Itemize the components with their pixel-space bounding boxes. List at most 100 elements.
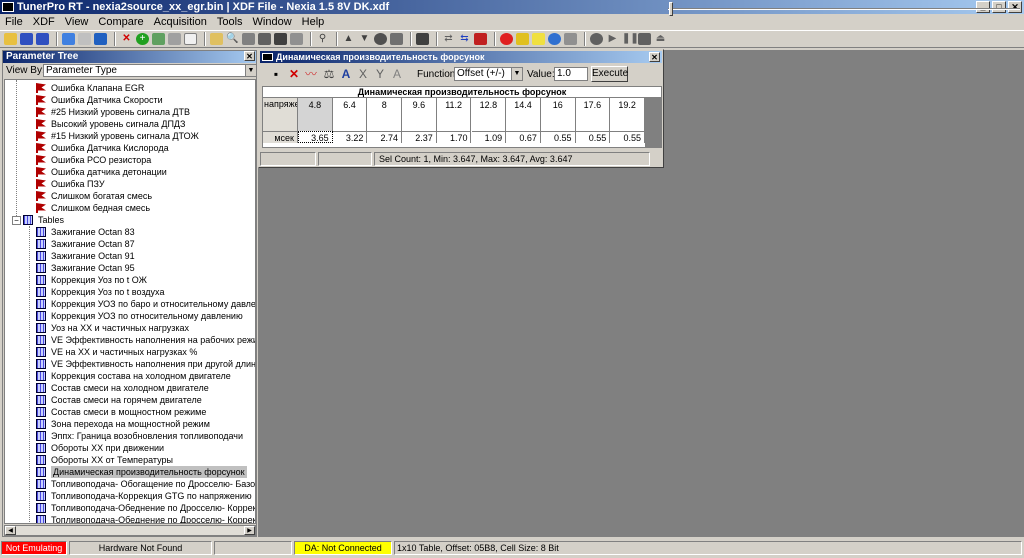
log-icon[interactable] bbox=[532, 33, 545, 45]
load-icon[interactable] bbox=[62, 33, 75, 45]
chevron-down-icon[interactable]: ▼ bbox=[245, 65, 256, 76]
row-header[interactable]: мсек bbox=[263, 131, 298, 143]
hex-icon[interactable] bbox=[416, 33, 429, 45]
disk-icon[interactable] bbox=[290, 33, 303, 45]
parameter-tree-close-button[interactable]: ✕ bbox=[244, 51, 255, 61]
tree-item-label: Коррекция Уоз по t ОЖ bbox=[51, 275, 147, 285]
menu-xdf[interactable]: XDF bbox=[28, 14, 60, 30]
flip-x-icon[interactable]: X bbox=[357, 68, 369, 80]
menu-window[interactable]: Window bbox=[248, 14, 297, 30]
menu-tools[interactable]: Tools bbox=[212, 14, 248, 30]
table-cell[interactable]: 0.55 bbox=[540, 131, 576, 143]
interpolate-icon[interactable]: A bbox=[340, 68, 352, 80]
minimize-button[interactable]: _ bbox=[976, 1, 990, 13]
stop-log-icon[interactable] bbox=[500, 33, 513, 45]
menu-compare[interactable]: Compare bbox=[93, 14, 148, 30]
scroll-right-icon[interactable]: ▶ bbox=[244, 526, 255, 535]
chevron-down-icon[interactable]: ▼ bbox=[511, 68, 522, 80]
column-header[interactable]: 8 bbox=[367, 98, 403, 131]
tool-icon[interactable]: ⚲ bbox=[316, 33, 329, 45]
column-header[interactable]: 17.6 bbox=[575, 98, 611, 131]
paste-icon[interactable] bbox=[152, 33, 165, 45]
parameter-tree[interactable]: Ошибка Клапана EGR Ошибка Датчика Скорост… bbox=[4, 79, 256, 524]
scale-icon[interactable] bbox=[242, 33, 255, 45]
table-cell[interactable]: 2.74 bbox=[367, 131, 403, 143]
record-dot-icon[interactable] bbox=[590, 33, 603, 45]
function-select[interactable]: Offset (+/-) ▼ bbox=[454, 67, 523, 81]
maximize-button[interactable]: □ bbox=[992, 1, 1006, 13]
up-arrow-icon[interactable]: ▲ bbox=[342, 33, 355, 45]
delete-icon[interactable]: ✕ bbox=[120, 33, 133, 45]
pause-icon[interactable]: ❚❚ bbox=[622, 33, 639, 45]
tree-item-label: Зажигание Octan 95 bbox=[51, 263, 135, 273]
table-editor-close-button[interactable]: ✕ bbox=[649, 52, 660, 62]
xdf-icon[interactable] bbox=[94, 33, 107, 45]
toolbar-separator bbox=[310, 32, 312, 46]
transfer-icon[interactable]: ⇆ bbox=[458, 33, 471, 45]
column-header[interactable]: 14.4 bbox=[506, 98, 541, 131]
graph-icon[interactable]: 〰 bbox=[305, 68, 317, 80]
close-button[interactable]: ✕ bbox=[1008, 1, 1022, 13]
table-cell[interactable]: 0.67 bbox=[506, 131, 541, 143]
grid-icon[interactable] bbox=[258, 33, 271, 45]
flip-y-icon[interactable]: Y bbox=[374, 68, 386, 80]
chip-icon[interactable] bbox=[274, 33, 287, 45]
menu-acquisition[interactable]: Acquisition bbox=[149, 14, 212, 30]
find-icon[interactable]: 🔍 bbox=[226, 33, 239, 45]
save-icon[interactable]: ▪ bbox=[270, 68, 282, 80]
emulate-icon[interactable] bbox=[474, 33, 487, 45]
globe-icon[interactable] bbox=[548, 33, 561, 45]
table-cell[interactable]: 2.37 bbox=[402, 131, 437, 143]
table-cell[interactable]: 3.65 bbox=[298, 131, 333, 143]
table-cell[interactable]: 0.55 bbox=[610, 131, 645, 143]
play-icon[interactable]: ▶ bbox=[606, 33, 619, 45]
scroll-left-icon[interactable]: ◀ bbox=[5, 526, 16, 535]
table-icon bbox=[36, 275, 46, 285]
down-arrow-icon[interactable]: ▼ bbox=[358, 33, 371, 45]
table-group-icon bbox=[23, 215, 33, 225]
table-icon bbox=[36, 455, 46, 465]
menu-view[interactable]: View bbox=[60, 14, 94, 30]
add-icon[interactable]: + bbox=[136, 33, 149, 45]
compare-icon[interactable] bbox=[210, 33, 223, 45]
new-icon[interactable] bbox=[184, 33, 197, 45]
column-header[interactable]: 4.8 bbox=[298, 98, 333, 131]
scale-icon[interactable]: ⚖ bbox=[323, 68, 335, 80]
camera-icon[interactable] bbox=[564, 33, 577, 45]
record-icon[interactable] bbox=[374, 33, 387, 45]
link-icon[interactable] bbox=[168, 33, 181, 45]
column-header[interactable]: 12.8 bbox=[471, 98, 507, 131]
execute-button[interactable]: Execute bbox=[591, 66, 628, 82]
monitor-icon[interactable] bbox=[390, 33, 403, 45]
value-input[interactable]: 1.0 bbox=[554, 67, 588, 81]
column-header[interactable]: 11.2 bbox=[436, 98, 472, 131]
export-icon[interactable] bbox=[78, 33, 91, 45]
tree-item-label: Ошибка ПЗУ bbox=[51, 179, 105, 189]
delete-icon[interactable]: ✕ bbox=[288, 68, 300, 80]
collapse-tables-icon[interactable]: − bbox=[12, 216, 21, 225]
text-icon[interactable]: A bbox=[391, 68, 403, 80]
column-header[interactable]: 16 bbox=[540, 98, 576, 131]
eject-icon[interactable]: ⏏ bbox=[654, 33, 667, 45]
playback-slider-thumb[interactable] bbox=[669, 2, 673, 16]
stop-icon[interactable] bbox=[638, 33, 651, 45]
swap-icon[interactable]: ⇄ bbox=[442, 33, 455, 45]
table-cell[interactable]: 1.70 bbox=[436, 131, 472, 143]
flag-icon bbox=[36, 167, 46, 177]
table-cell[interactable]: 1.09 bbox=[471, 131, 507, 143]
playback-slider-track[interactable] bbox=[668, 8, 1020, 10]
open-icon[interactable] bbox=[4, 33, 17, 45]
column-header[interactable]: 9.6 bbox=[402, 98, 437, 131]
menu-help[interactable]: Help bbox=[297, 14, 330, 30]
menu-file[interactable]: File bbox=[0, 14, 28, 30]
save-icon[interactable] bbox=[20, 33, 33, 45]
dashboard-icon[interactable] bbox=[516, 33, 529, 45]
save-all-icon[interactable] bbox=[36, 33, 49, 45]
tree-connector bbox=[29, 226, 30, 523]
column-header[interactable]: 19.2 bbox=[610, 98, 645, 131]
tree-horizontal-scrollbar[interactable]: ◀ ▶ bbox=[4, 525, 256, 536]
view-by-select[interactable]: Parameter Type ▼ bbox=[43, 64, 257, 77]
table-cell[interactable]: 0.55 bbox=[575, 131, 611, 143]
table-cell[interactable]: 3.22 bbox=[332, 131, 368, 143]
column-header[interactable]: 6.4 bbox=[332, 98, 368, 131]
